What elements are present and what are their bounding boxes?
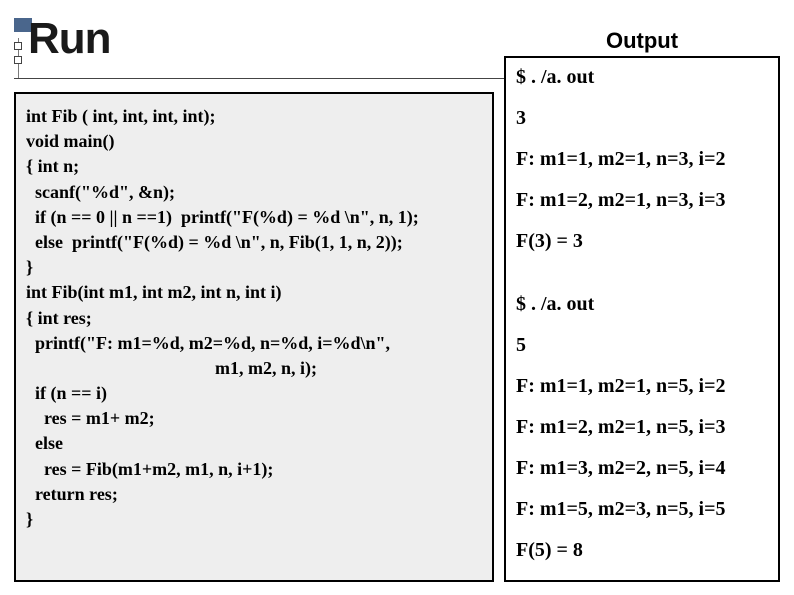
output-gap	[516, 271, 768, 293]
output-input-value: 3	[516, 107, 768, 130]
decor-square	[14, 42, 22, 50]
output-result: F(3) = 3	[516, 230, 768, 253]
output-line: F: m1=3, m2=2, n=5, i=4	[516, 457, 768, 480]
output-line: F: m1=1, m2=1, n=3, i=2	[516, 148, 768, 171]
output-line: F: m1=2, m2=1, n=5, i=3	[516, 416, 768, 439]
output-panel: $ . /a. out 3 F: m1=1, m2=1, n=3, i=2 F:…	[504, 56, 780, 582]
output-command: $ . /a. out	[516, 66, 768, 89]
output-line: F: m1=2, m2=1, n=3, i=3	[516, 189, 768, 212]
output-command: $ . /a. out	[516, 293, 768, 316]
output-line: F: m1=5, m2=3, n=5, i=5	[516, 498, 768, 521]
page-title: Run	[28, 14, 111, 64]
output-input-value: 5	[516, 334, 768, 357]
decor-square	[14, 56, 22, 64]
output-heading: Output	[504, 28, 780, 54]
code-listing: int Fib ( int, int, int, int); void main…	[14, 92, 494, 582]
output-line: F: m1=1, m2=1, n=5, i=2	[516, 375, 768, 398]
output-result: F(5) = 8	[516, 539, 768, 562]
